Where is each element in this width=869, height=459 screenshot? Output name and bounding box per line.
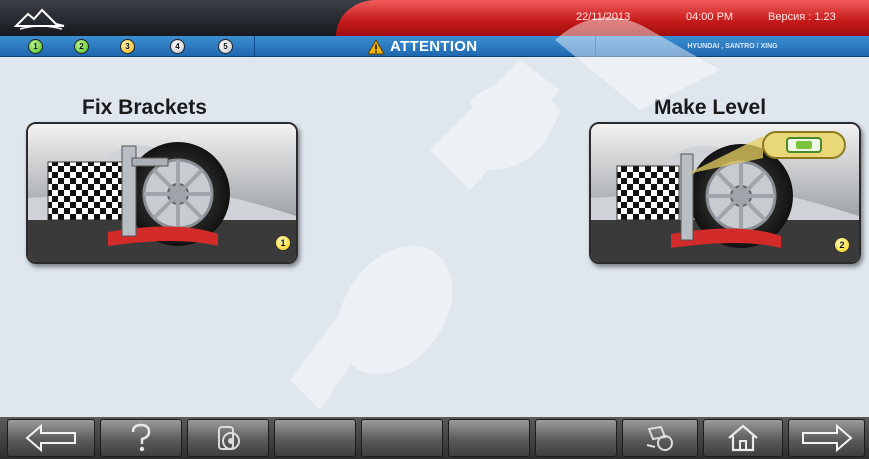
time-label: 04:00 PM (686, 11, 734, 23)
fix-brackets-image: 1 (26, 122, 298, 264)
clamp-tool-icon (646, 425, 673, 451)
date-label: 22/11/2013 (576, 11, 631, 23)
arrow-right-icon (801, 424, 853, 452)
question-icon (131, 423, 151, 452)
step-1-indicator: 1 (28, 39, 43, 54)
next-button[interactable] (788, 419, 865, 457)
title-bar: 22/11/2013 04:00 PM Версия : 1.23 (0, 0, 869, 36)
arrow-left-icon (25, 424, 76, 452)
mountain-logo-icon (14, 8, 65, 30)
make-level-title: Make Level (654, 96, 767, 119)
step-4-indicator: 4 (170, 39, 185, 54)
toolbar-blank-button-2[interactable] (361, 419, 443, 457)
step-badge-1: 1 (275, 235, 291, 251)
home-icon (728, 424, 758, 452)
wheel-clamp-button[interactable] (187, 419, 269, 457)
step-indicator: 1 2 3 4 5 (0, 36, 255, 57)
bottom-toolbar (0, 417, 869, 459)
header-info-panel: 22/11/2013 04:00 PM Версия : 1.23 (336, 0, 869, 36)
home-button[interactable] (703, 419, 783, 457)
wheel-with-target-illustration (28, 124, 296, 262)
version-label: Версия : 1.23 (768, 11, 836, 23)
toolbar-blank-button-1[interactable] (274, 419, 356, 457)
fix-brackets-title: Fix Brackets (82, 96, 207, 119)
step-5-indicator: 5 (218, 39, 233, 54)
attention-label: ATTENTION (390, 38, 478, 55)
help-button[interactable] (100, 419, 182, 457)
back-button[interactable] (7, 419, 95, 457)
clamp-tool-button[interactable] (622, 419, 698, 457)
toolbar-blank-button-4[interactable] (535, 419, 617, 457)
step-badge-2: 2 (834, 237, 850, 253)
step-3-indicator: 3 (120, 39, 135, 54)
warning-icon (367, 38, 385, 54)
wheel-clamp-icon (218, 426, 240, 450)
level-indicator-illustration (591, 124, 859, 262)
vehicle-label: HYUNDAI , SANTRO / XING (687, 43, 778, 50)
step-2-indicator: 2 (74, 39, 89, 54)
attention-banner: ATTENTION (367, 38, 477, 55)
toolbar-blank-button-3[interactable] (448, 419, 530, 457)
make-level-image: 2 (589, 122, 861, 264)
status-bar: 1 2 3 4 5 ATTENTION HYUNDAI , SANTRO / X… (0, 36, 869, 57)
